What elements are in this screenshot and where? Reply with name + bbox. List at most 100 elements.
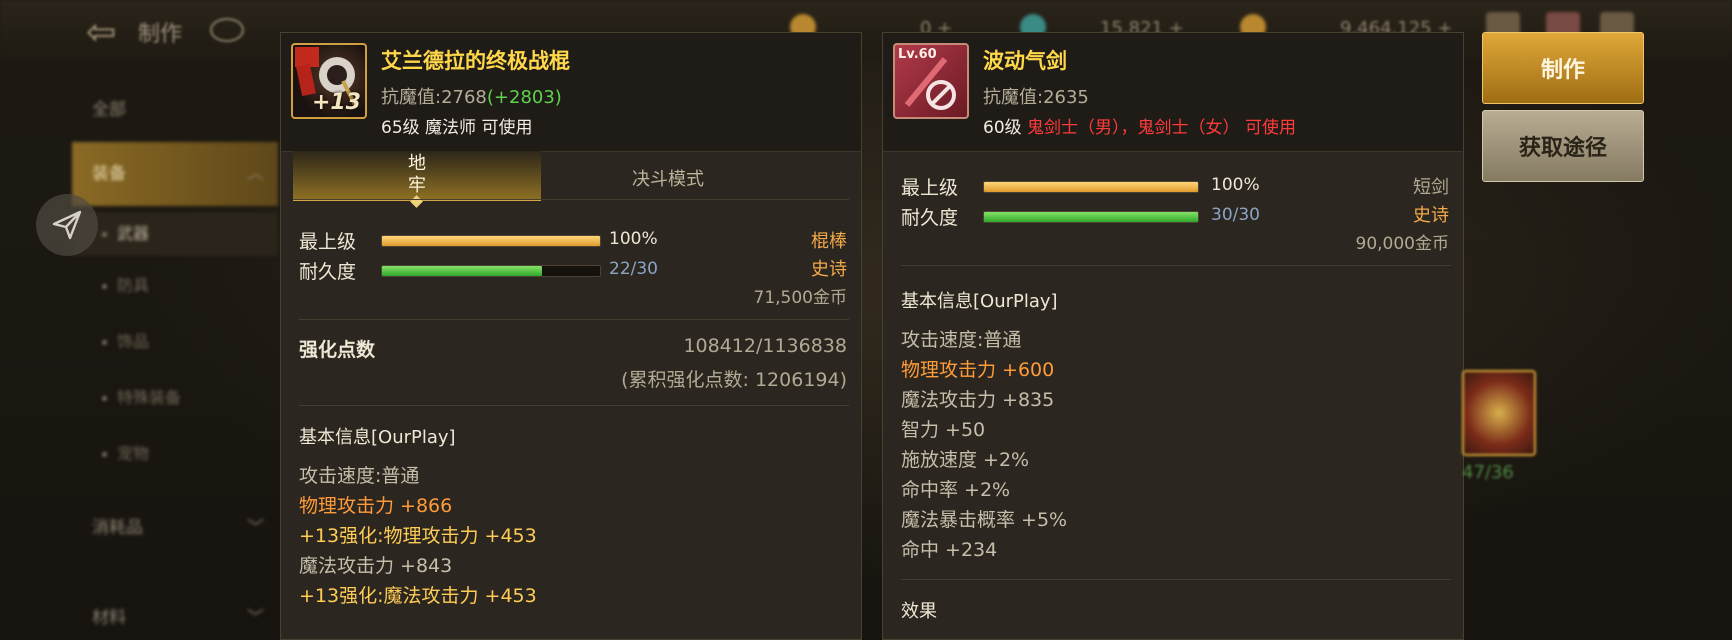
sidebar-item-label: 特殊装备 bbox=[117, 388, 182, 407]
sidebar-item-equipment[interactable]: 装备 ︿ bbox=[72, 142, 278, 206]
sidebar-item-all[interactable]: 全部 bbox=[72, 90, 278, 130]
sidebar-item-material[interactable]: 材料 ﹀ bbox=[72, 596, 278, 640]
usable-text: 可使用 bbox=[1244, 118, 1296, 138]
max-level-label: 最上级 bbox=[299, 231, 357, 253]
stat-line: 魔法攻击力 +843 bbox=[299, 555, 453, 577]
level-prefix: 60级 bbox=[983, 118, 1022, 138]
right-item-tooltip: Lv.60 波动气剑 抗魔值:2635 60级 鬼剑士（男），鬼剑士（女） 可使… bbox=[882, 32, 1464, 640]
sidebar-item-label: 全部 bbox=[92, 100, 126, 120]
durability-bar-fill bbox=[984, 212, 1198, 222]
class-restriction: 鬼剑士（男），鬼剑士（女） bbox=[1027, 118, 1240, 138]
sidebar-item-special[interactable]: 特殊装备 bbox=[72, 376, 278, 420]
diamond-marker-icon bbox=[410, 195, 423, 208]
stat-line: 命中率 +2% bbox=[901, 479, 1011, 501]
basic-info-title: 基本信息[OurPlay] bbox=[299, 427, 456, 448]
tab-duel-mode[interactable]: 决斗模式 bbox=[541, 151, 795, 199]
item-rarity: 史诗 bbox=[1413, 205, 1449, 226]
top-bar: ⇦ 制作 0 + 15,821 + 9,464,125 + bbox=[0, 0, 1732, 60]
sidebar-item-consumable[interactable]: 消耗品 ﹀ bbox=[72, 506, 278, 550]
resist-stat: 抗魔值:2635 bbox=[983, 83, 1089, 109]
divider bbox=[299, 319, 849, 320]
share-button[interactable] bbox=[36, 194, 98, 256]
basic-info-title: 基本信息[OurPlay] bbox=[901, 291, 1058, 312]
item-category: 短剑 bbox=[1413, 177, 1449, 198]
level-requirement: 60级 鬼剑士（男），鬼剑士（女） 可使用 bbox=[983, 113, 1296, 138]
durability-label: 耐久度 bbox=[299, 261, 357, 283]
tooltip-header: +13 艾兰德拉的终极战棍 抗魔值:2768(+2803) 65级 魔法师 可使… bbox=[281, 33, 861, 152]
durability-bar-fill bbox=[382, 266, 542, 276]
tab-label: 地 牢 bbox=[408, 153, 426, 196]
sidebar-item-label: 宠物 bbox=[117, 444, 150, 463]
back-arrow-icon[interactable]: ⇦ bbox=[86, 12, 116, 53]
item-name: 艾兰德拉的终极战棍 bbox=[381, 49, 570, 73]
durability-value: 22/30 bbox=[609, 259, 658, 279]
max-level-value: 100% bbox=[609, 229, 658, 249]
divider bbox=[299, 405, 849, 406]
max-level-label: 最上级 bbox=[901, 177, 959, 199]
enhance-badge: +13 bbox=[311, 90, 361, 115]
sidebar-item-label: 武器 bbox=[117, 224, 150, 243]
durability-bar bbox=[381, 265, 601, 277]
stat-line: 物理攻击力 +866 bbox=[299, 495, 453, 517]
sidebar-item-armor[interactable]: 防具 bbox=[72, 264, 278, 308]
resist-label: 抗魔值: bbox=[381, 87, 442, 108]
sidebar-item-weapon[interactable]: 武器 bbox=[72, 212, 278, 256]
chevron-down-icon: ﹀ bbox=[247, 518, 264, 538]
page-title: 制作 bbox=[138, 22, 183, 47]
resist-bonus: (+2803) bbox=[486, 87, 562, 108]
stat-line: 物理攻击力 +600 bbox=[901, 359, 1055, 381]
enhance-points-label: 强化点数 bbox=[299, 339, 376, 361]
make-button[interactable]: 制作 bbox=[1482, 32, 1644, 104]
max-level-value: 100% bbox=[1211, 175, 1260, 195]
item-icon: Lv.60 bbox=[893, 43, 969, 119]
divider bbox=[901, 579, 1451, 580]
resist-stat: 抗魔值:2768(+2803) bbox=[381, 83, 562, 109]
max-level-bar-fill bbox=[382, 236, 600, 246]
item-icon: +13 bbox=[291, 43, 367, 119]
item-category: 棍棒 bbox=[811, 231, 847, 252]
tab-dungeon[interactable]: 地 牢 bbox=[293, 151, 541, 208]
sidebar-item-pet[interactable]: 宠物 bbox=[72, 432, 278, 476]
stat-line: 魔法攻击力 +835 bbox=[901, 389, 1055, 411]
left-item-tooltip: +13 艾兰德拉的终极战棍 抗魔值:2768(+2803) 65级 魔法师 可使… bbox=[280, 32, 862, 640]
stat-line: 施放速度 +2% bbox=[901, 449, 1030, 471]
divider bbox=[293, 199, 849, 200]
sword-icon bbox=[904, 57, 956, 110]
material-thumbnail[interactable] bbox=[1462, 370, 1536, 456]
stat-line: +13强化:魔法攻击力 +453 bbox=[299, 585, 537, 607]
resist-label: 抗魔值: bbox=[983, 87, 1044, 108]
durability-bar bbox=[983, 211, 1199, 223]
category-sidebar: 全部 装备 ︿ 武器 防具 饰品 特殊装备 宠物 消耗品 ﹀ 材料 ﹀ bbox=[72, 60, 280, 640]
max-level-bar-fill bbox=[984, 182, 1198, 192]
enhance-points-total: (累积强化点数: 1206194) bbox=[621, 369, 847, 391]
durability-label: 耐久度 bbox=[901, 207, 959, 229]
enhance-points-value: 108412/1136838 bbox=[683, 335, 847, 357]
sidebar-item-label: 饰品 bbox=[117, 332, 150, 351]
stat-line: 智力 +50 bbox=[901, 419, 986, 441]
chevron-up-icon: ︿ bbox=[247, 164, 264, 184]
stat-line: 命中 +234 bbox=[901, 539, 998, 561]
item-name: 波动气剑 bbox=[983, 49, 1067, 73]
level-requirement: 65级 魔法师 可使用 bbox=[381, 118, 533, 138]
tooltip-header: Lv.60 波动气剑 抗魔值:2635 60级 鬼剑士（男），鬼剑士（女） 可使… bbox=[883, 33, 1463, 152]
sidebar-item-accessory[interactable]: 饰品 bbox=[72, 320, 278, 364]
chevron-down-icon: ﹀ bbox=[247, 608, 264, 628]
item-price: 90,000金币 bbox=[1355, 234, 1449, 254]
stat-line: 攻击速度:普通 bbox=[299, 465, 420, 487]
resist-value: 2768 bbox=[441, 87, 487, 108]
paper-plane-icon bbox=[52, 210, 82, 240]
sidebar-item-label: 消耗品 bbox=[92, 518, 143, 538]
sidebar-item-label: 装备 bbox=[92, 164, 126, 184]
sidebar-item-label: 材料 bbox=[92, 608, 126, 628]
stat-line: 攻击速度:普通 bbox=[901, 329, 1022, 351]
max-level-bar bbox=[381, 235, 601, 247]
stat-line: +13强化:物理攻击力 +453 bbox=[299, 525, 537, 547]
item-rarity: 史诗 bbox=[811, 259, 847, 280]
stat-line: 魔法暴击概率 +5% bbox=[901, 509, 1068, 531]
divider bbox=[901, 265, 1451, 266]
max-level-bar bbox=[983, 181, 1199, 193]
effect-title: 效果 bbox=[901, 601, 937, 622]
eye-icon[interactable] bbox=[210, 18, 244, 42]
source-button[interactable]: 获取途径 bbox=[1482, 110, 1644, 182]
material-count: 47/36 bbox=[1462, 462, 1514, 483]
